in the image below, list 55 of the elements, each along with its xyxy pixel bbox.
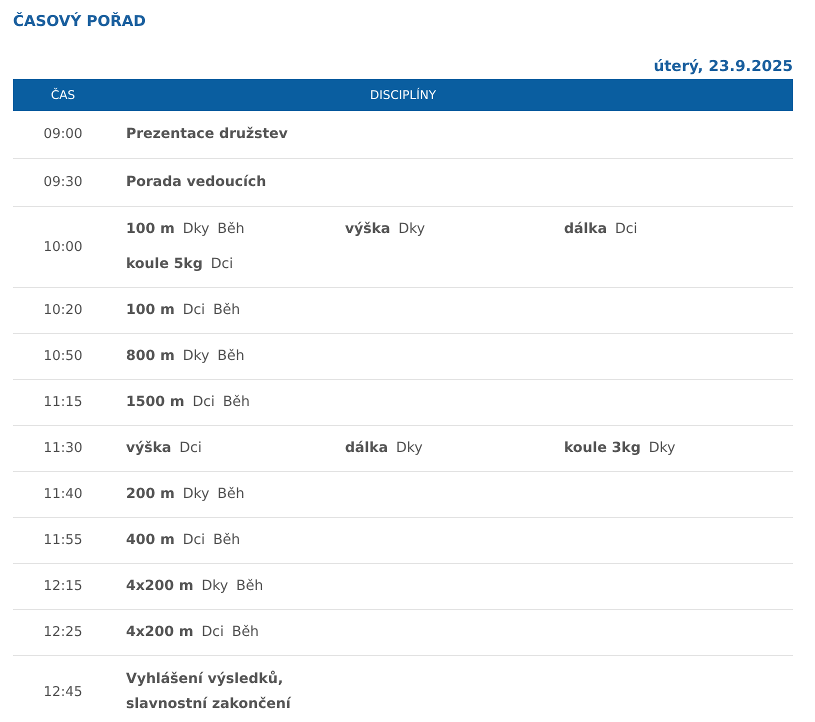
event-type: Běh (217, 486, 244, 502)
time-cell: 12:15 (44, 578, 82, 594)
time-cell: 10:00 (44, 238, 82, 255)
category-label: Dky (201, 578, 228, 594)
category-label: Dky (396, 440, 423, 456)
category-label: Dky (182, 486, 210, 502)
time-cell: 09:30 (44, 174, 82, 190)
time-cell: 10:20 (44, 302, 82, 318)
category-label: Dci (615, 221, 638, 237)
category-label: Dky (182, 348, 210, 364)
discipline-name: 400 m (126, 532, 175, 548)
discipline-name: koule 3kg (564, 440, 641, 456)
time-cell: 12:45 (44, 684, 82, 700)
time-cell: 09:00 (44, 126, 82, 142)
event-type: Běh (222, 394, 250, 410)
discipline-name: výška (345, 221, 390, 237)
category-label: Dci (192, 394, 215, 410)
event-type: Běh (232, 624, 259, 640)
event-type: Běh (213, 302, 240, 318)
event-type: Běh (217, 221, 244, 237)
time-cell: 10:50 (44, 348, 82, 364)
event-type: Běh (213, 532, 240, 548)
schedule-date: úterý, 23.9.2025 (652, 56, 793, 76)
event-type: Běh (217, 348, 244, 364)
time-cell: 11:55 (44, 532, 82, 548)
discipline-name: 4x200 m (126, 578, 194, 594)
time-cell: 11:15 (44, 394, 82, 410)
discipline-name: dálka (345, 440, 388, 456)
category-label: Dci (210, 256, 234, 272)
discipline-name: 1500 m (126, 394, 184, 410)
discipline-name: 100 m (126, 302, 175, 318)
discipline-name: dálka (564, 221, 608, 237)
event-text: Vyhlášení výsledků, slavnostní zakončení (126, 670, 292, 714)
category-label: Dci (182, 532, 206, 548)
event-type: Běh (236, 578, 264, 594)
column-header: DISCIPLÍNY (370, 88, 436, 102)
column-header: ČAS (50, 88, 76, 102)
event-text: Prezentace družstev (126, 125, 289, 144)
time-cell: 12:25 (44, 624, 82, 640)
discipline-name: 4x200 m (126, 624, 194, 640)
time-cell: 11:30 (44, 440, 82, 456)
discipline-name: výška (126, 440, 172, 456)
discipline-name: 100 m (126, 221, 175, 237)
page-title: ČASOVÝ POŘAD (13, 11, 147, 31)
category-label: Dci (201, 624, 224, 640)
discipline-name: koule 5kg (126, 256, 203, 272)
category-label: Dci (179, 440, 202, 456)
category-label: Dky (398, 221, 426, 237)
category-label: Dci (182, 302, 206, 318)
category-label: Dky (648, 440, 676, 456)
time-cell: 11:40 (44, 486, 82, 502)
event-text: Porada vedoucích (126, 173, 268, 192)
discipline-name: 800 m (126, 348, 175, 364)
category-label: Dky (182, 221, 210, 237)
discipline-name: 200 m (126, 486, 175, 502)
